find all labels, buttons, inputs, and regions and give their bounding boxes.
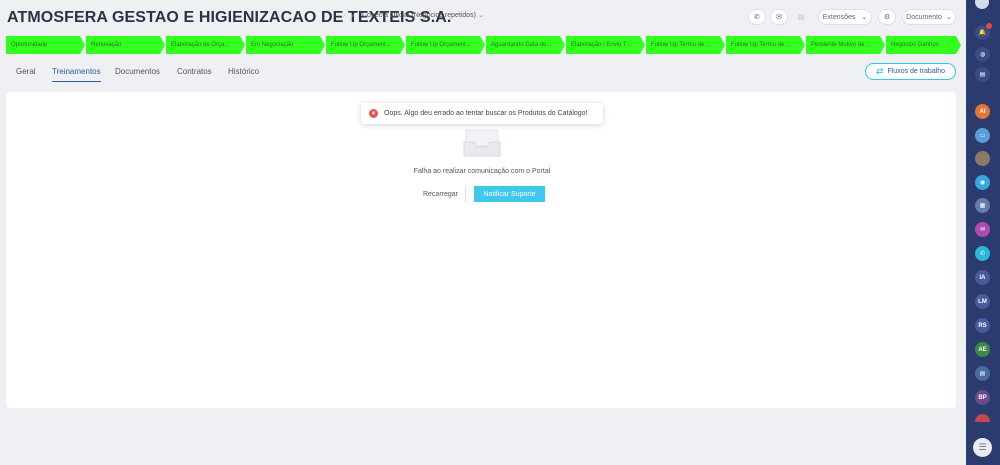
report-icon[interactable]: ▤ [975, 366, 990, 381]
stage-follow-up-orcamento-1[interactable]: Follow Up Orçament... [326, 36, 405, 54]
extensions-label: Extensões [822, 13, 856, 21]
phone-button[interactable]: ✆ [748, 9, 766, 25]
user-avatar-rs[interactable]: RS [975, 318, 990, 333]
user-avatar-ae[interactable]: AE [975, 342, 990, 357]
stage-pendente-motivo[interactable]: Pendente Motivo de ... [806, 36, 885, 54]
extensions-dropdown[interactable]: Extensões ⌄ [818, 9, 872, 25]
chevron-down-icon: ⌄ [861, 14, 868, 21]
user-avatar-lm[interactable]: LM [975, 294, 990, 309]
stage-negocios-ganhos[interactable]: Negócios Ganhos [886, 36, 961, 54]
mail-icon[interactable]: ✉ [975, 222, 990, 237]
user-avatar-ia[interactable]: IA [975, 270, 990, 285]
calendar-icon[interactable]: ▦ [975, 198, 990, 213]
error-toast-message: Oops. Algo deu errado ao tentar buscar o… [384, 110, 588, 117]
mail-button[interactable]: ✉ [770, 9, 788, 25]
note-icon[interactable]: ▤ [792, 9, 810, 25]
edit-icon[interactable]: ⟋ ⟋ [340, 12, 355, 23]
pipeline-stages: Oportunidade Renovação Elaboração de Orç… [6, 36, 961, 54]
stage-follow-up-termo-2[interactable]: Follow Up Termo de ... [726, 36, 805, 54]
stage-elaboracao-orcamento[interactable]: Elaboração de Orça... [166, 36, 245, 54]
stage-aguardando-data[interactable]: Aguardando Data de... [486, 36, 565, 54]
stage-elaboracao-envio[interactable]: Elaboração / Envio T... [566, 36, 645, 54]
settings-button[interactable]: ⚙ [878, 9, 896, 25]
list-icon[interactable]: ▤ [975, 67, 990, 82]
right-sidebar: 🔔 ◍ ▤ AI ▭ ◉ ▦ ✉ ✆ IA LM RS AE ▤ BP ☰ [966, 0, 1000, 465]
reload-button[interactable]: Recarregar [416, 187, 466, 202]
stage-em-negociacao[interactable]: Em Negociação [246, 36, 325, 54]
pipeline-selector-label: Conecta Oficial (Negócios repetidos) [362, 12, 476, 19]
chevron-down-icon: ⌄ [478, 12, 484, 19]
documents-dropdown[interactable]: Documento ⌄ [902, 9, 956, 25]
portal-failure-message: Falha ao realizar comunicação com o Port… [413, 168, 551, 175]
pipeline-selector[interactable]: Conecta Oficial (Negócios repetidos) ⌄ [362, 11, 484, 19]
stage-oportunidade[interactable]: Oportunidade [6, 36, 85, 54]
tab-contratos[interactable]: Contratos [177, 67, 212, 81]
stage-renovacao[interactable]: Renovação [86, 36, 165, 54]
tab-treinamentos[interactable]: Treinamentos [52, 67, 101, 82]
globe-icon[interactable]: ◍ [975, 47, 990, 62]
ai-icon[interactable]: AI [975, 104, 990, 119]
error-toast: × Oops. Algo deu errado ao tentar buscar… [361, 103, 603, 124]
tab-historico[interactable]: Histórico [228, 67, 259, 81]
phone-icon[interactable]: ✆ [975, 246, 990, 261]
tab-geral[interactable]: Geral [16, 67, 36, 81]
message-icon[interactable]: ◉ [975, 175, 990, 190]
error-icon: × [369, 109, 378, 118]
header: ATMOSFERA GESTAO E HIGIENIZACAO DE TEXTE… [0, 0, 966, 34]
workflow-button-label: Fluxos de trabalho [887, 68, 946, 75]
chat-icon[interactable]: ▭ [975, 128, 990, 143]
profile-avatar[interactable] [975, 0, 989, 9]
stage-follow-up-orcamento-2[interactable]: Follow Up Orçament... [406, 36, 485, 54]
notify-support-button[interactable]: Notificar Suporte [474, 186, 545, 202]
tab-documentos[interactable]: Documentos [115, 67, 160, 81]
user-avatar[interactable] [975, 151, 990, 166]
workflow-button[interactable]: ⇄ Fluxos de trabalho [865, 63, 956, 80]
notifications-icon[interactable]: 🔔 [975, 23, 992, 40]
user-avatar-extra[interactable] [975, 414, 990, 422]
stage-follow-up-termo-1[interactable]: Follow Up Termo de ... [646, 36, 725, 54]
user-avatar-bp[interactable]: BP [975, 390, 990, 405]
workflow-icon: ⇄ [875, 66, 884, 76]
empty-inbox-icon [463, 129, 501, 157]
documents-label: Documento [906, 13, 942, 21]
notification-badge [986, 23, 992, 29]
chevron-down-icon: ⌄ [945, 14, 952, 21]
chat-bubble-icon[interactable]: ☰ [973, 438, 992, 457]
